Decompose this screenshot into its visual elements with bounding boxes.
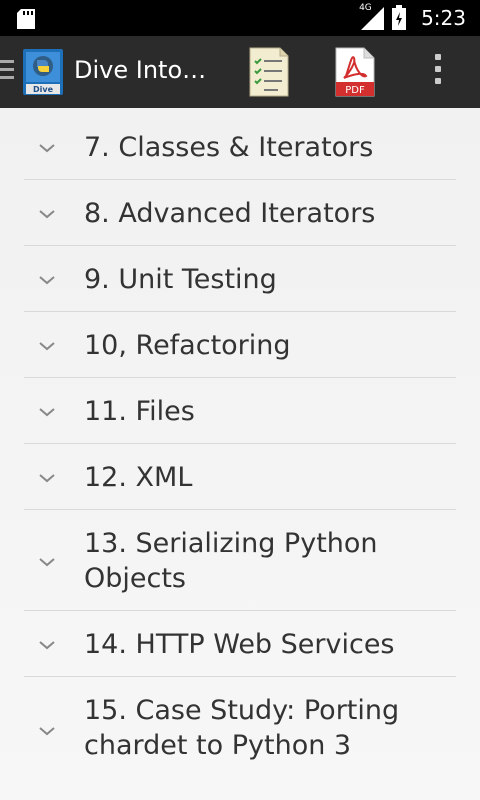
chapter-list: 7. Classes & Iterators 8. Advanced Itera… — [0, 108, 480, 800]
list-item-label: 7. Classes & Iterators — [84, 132, 374, 163]
overflow-menu-icon[interactable] — [424, 54, 452, 90]
chevron-down-icon — [39, 727, 55, 736]
pdf-icon[interactable]: PDF — [332, 46, 378, 98]
list-item[interactable]: 11. Files — [24, 378, 456, 444]
chevron-down-icon — [39, 342, 55, 351]
toc-icon[interactable] — [246, 46, 292, 98]
list-item[interactable]: 9. Unit Testing — [24, 246, 456, 312]
list-item-label: 10, Refactoring — [84, 330, 291, 361]
list-item[interactable]: 15. Case Study: Porting chardet to Pytho… — [24, 677, 456, 781]
list-item-label: 11. Files — [84, 396, 195, 427]
app-logo[interactable]: Dive — [22, 48, 64, 96]
list-item[interactable]: 12. XML — [24, 444, 456, 510]
signal-icon: 4G — [359, 3, 385, 31]
list-item-label: 13. Serializing Python Objects — [84, 528, 378, 594]
list-item-label: 9. Unit Testing — [84, 264, 277, 295]
chevron-down-icon — [39, 474, 55, 483]
menu-icon[interactable] — [0, 60, 14, 84]
chevron-down-icon — [39, 144, 55, 153]
list-item-label: 15. Case Study: Porting chardet to Pytho… — [84, 695, 400, 761]
list-item[interactable]: 14. HTTP Web Services — [24, 611, 456, 677]
chevron-down-icon — [39, 276, 55, 285]
chevron-down-icon — [39, 558, 55, 567]
status-bar: 4G 5:23 — [0, 0, 480, 36]
chevron-down-icon — [39, 210, 55, 219]
clock: 5:23 — [421, 6, 466, 30]
chevron-down-icon — [39, 641, 55, 650]
list-item[interactable]: 8. Advanced Iterators — [24, 180, 456, 246]
sd-card-icon — [17, 9, 35, 29]
app-bar: Dive Dive Into… PDF — [0, 36, 480, 108]
app-logo-text: Dive — [33, 85, 54, 94]
list-item-label: 8. Advanced Iterators — [84, 198, 376, 229]
pdf-label: PDF — [345, 85, 365, 96]
list-item[interactable]: 13. Serializing Python Objects — [24, 510, 456, 611]
list-item[interactable]: 10, Refactoring — [24, 312, 456, 378]
list-item[interactable]: 7. Classes & Iterators — [24, 108, 456, 180]
list-item-label: 12. XML — [84, 462, 193, 493]
app-title: Dive Into… — [74, 56, 207, 84]
battery-icon — [392, 5, 407, 30]
list-item-label: 14. HTTP Web Services — [84, 629, 395, 660]
chevron-down-icon — [39, 408, 55, 417]
